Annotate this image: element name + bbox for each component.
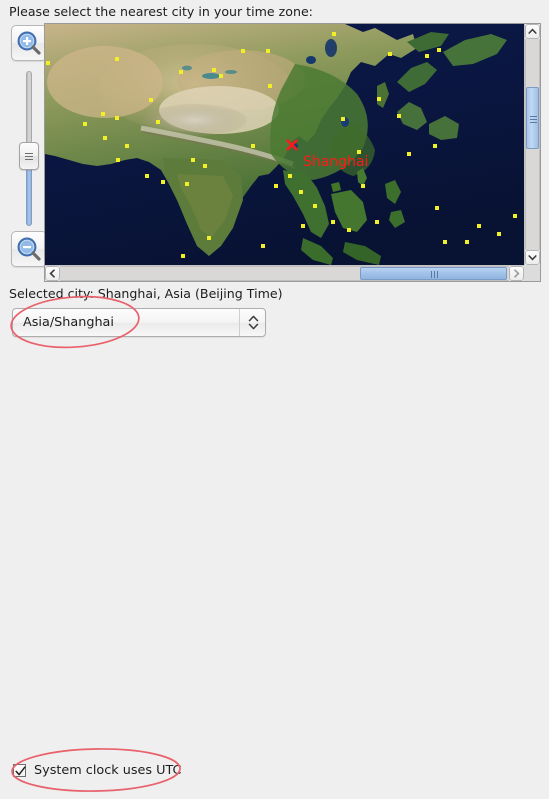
svg-text:Shanghai: Shanghai — [303, 154, 368, 170]
selected-city-summary: Selected city: Shanghai, Asia (Beijing T… — [9, 286, 283, 301]
map-zoom-slider[interactable] — [19, 71, 39, 226]
map-zoom-controls — [8, 23, 47, 282]
map-frame: Shanghai — [44, 23, 541, 282]
prompt-label: Please select the nearest city in your t… — [9, 4, 313, 19]
scroll-down-button[interactable] — [525, 250, 540, 265]
scroll-right-button[interactable] — [509, 266, 524, 281]
scroll-up-button[interactable] — [525, 24, 540, 39]
timezone-select[interactable]: Asia/Shanghai — [12, 308, 266, 337]
map-viewport[interactable]: Shanghai — [45, 24, 524, 265]
system-clock-utc-row[interactable]: System clock uses UTC — [13, 762, 181, 778]
timezone-map-widget[interactable]: Shanghai — [8, 23, 541, 282]
system-clock-utc-checkbox[interactable] — [13, 763, 26, 777]
map-vertical-scrollbar[interactable] — [524, 24, 540, 265]
zoom-slider-handle[interactable] — [19, 142, 39, 170]
scroll-left-button[interactable] — [45, 266, 60, 281]
spinner-up-down-icon[interactable] — [239, 309, 265, 336]
vertical-scroll-thumb[interactable] — [526, 87, 539, 149]
satellite-map-image[interactable]: Shanghai — [45, 24, 524, 265]
horizontal-scroll-thumb[interactable] — [360, 267, 507, 280]
map-horizontal-scrollbar[interactable] — [45, 265, 524, 281]
timezone-selected-value: Asia/Shanghai — [23, 315, 114, 330]
system-clock-utc-label: System clock uses UTC — [34, 762, 182, 778]
horizontal-scroll-trough[interactable] — [60, 266, 509, 281]
zoom-out-button[interactable] — [11, 231, 47, 267]
vertical-scroll-trough[interactable] — [525, 39, 540, 250]
zoom-in-button[interactable] — [11, 25, 47, 61]
